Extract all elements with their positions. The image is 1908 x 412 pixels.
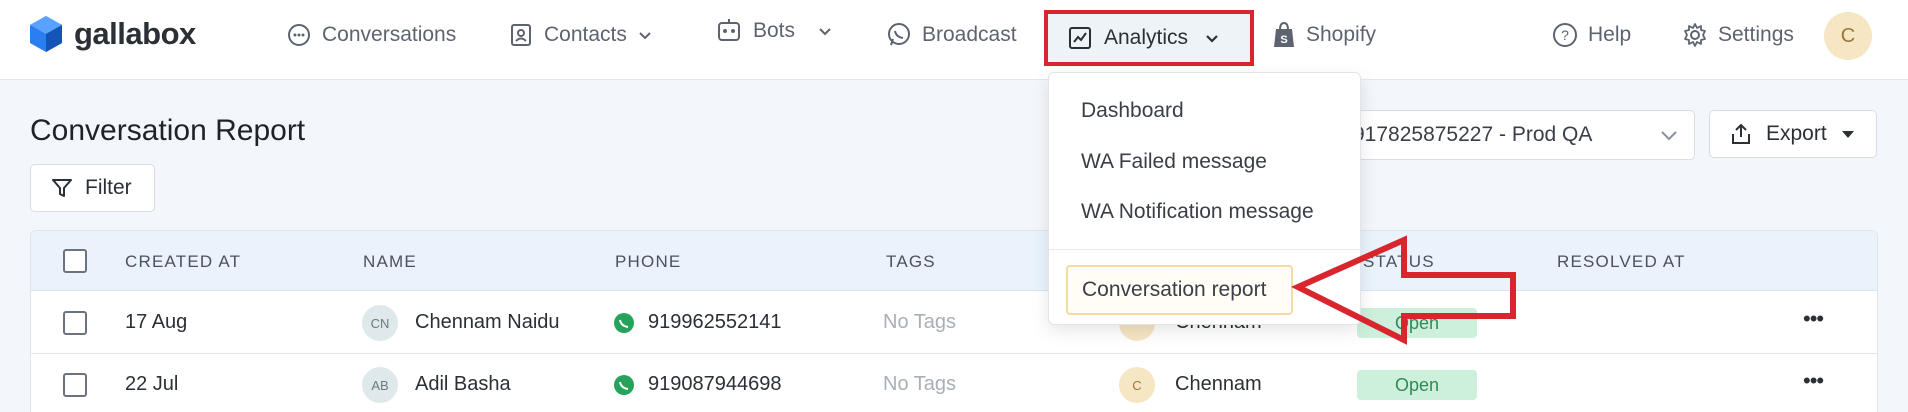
- conversation-table: CREATED AT NAME PHONE TAGS STATUS RESOLV…: [30, 230, 1878, 412]
- analytics-dropdown-menu: Dashboard WA Failed message WA Notificat…: [1048, 72, 1361, 325]
- filter-button[interactable]: Filter: [30, 164, 155, 212]
- nav-bots-label: Bots: [753, 19, 796, 42]
- funnel-icon: [52, 179, 72, 197]
- column-tags[interactable]: TAGS: [886, 252, 936, 272]
- nav-broadcast[interactable]: Broadcast: [886, 18, 1017, 52]
- created-at: 17 Aug: [125, 311, 188, 333]
- nav-settings[interactable]: Settings: [1682, 18, 1794, 52]
- nav-bots[interactable]: Bots: [715, 14, 833, 48]
- chat-bubble-icon: [288, 24, 310, 46]
- row-actions-menu[interactable]: •••: [1803, 368, 1824, 394]
- user-avatar[interactable]: C: [1824, 12, 1872, 60]
- menu-item-dashboard[interactable]: Dashboard: [1081, 99, 1184, 123]
- page-title: Conversation Report: [30, 114, 306, 147]
- select-all-checkbox[interactable]: [63, 249, 87, 273]
- column-created-at[interactable]: CREATED AT: [125, 252, 241, 272]
- whatsapp-icon: [888, 23, 910, 46]
- export-button-label: Export: [1766, 122, 1827, 145]
- menu-divider: [1049, 249, 1360, 250]
- row-checkbox[interactable]: [63, 373, 87, 397]
- shopify-bag-icon: S: [1274, 21, 1294, 47]
- row-actions-menu[interactable]: •••: [1803, 306, 1824, 332]
- nav-shopify-label: Shopify: [1306, 23, 1377, 46]
- menu-item-conversation-report[interactable]: Conversation report: [1066, 265, 1293, 315]
- nav-analytics[interactable]: Analytics: [1044, 10, 1254, 66]
- nav-settings-label: Settings: [1718, 23, 1794, 46]
- nav-conversations-label: Conversations: [322, 23, 457, 46]
- whatsapp-icon: [614, 375, 634, 395]
- contact-name[interactable]: Chennam Naidu: [415, 311, 560, 334]
- row-checkbox[interactable]: [63, 311, 87, 335]
- table-row[interactable]: 22 Jul AB Adil Basha 919087944698 No Tag…: [31, 354, 1877, 412]
- chevron-down-icon: [819, 28, 831, 36]
- assignee-name: Chennam: [1175, 373, 1262, 395]
- menu-item-wa-notification-message[interactable]: WA Notification message: [1081, 200, 1314, 224]
- nav-broadcast-label: Broadcast: [922, 23, 1017, 46]
- account-select-value: 917825875227 - Prod QA: [1353, 123, 1593, 146]
- contact-name[interactable]: Adil Basha: [415, 373, 511, 396]
- table-header: CREATED AT NAME PHONE TAGS STATUS RESOLV…: [31, 231, 1877, 291]
- analytics-chart-icon: [1069, 27, 1091, 49]
- chevron-down-icon: [1661, 131, 1677, 141]
- nav-shopify[interactable]: S Shopify: [1272, 18, 1376, 52]
- created-at: 22 Jul: [125, 373, 179, 395]
- gallabox-logo-icon: [30, 16, 62, 52]
- assignee-avatar: C: [1119, 367, 1155, 403]
- column-status[interactable]: STATUS: [1363, 252, 1435, 272]
- robot-icon: [718, 19, 740, 41]
- contact-card-icon: [511, 24, 531, 46]
- svg-text:S: S: [1280, 34, 1287, 46]
- share-upload-icon: [1732, 123, 1750, 144]
- gear-icon: [1684, 23, 1706, 47]
- nav-contacts[interactable]: Contacts: [508, 18, 653, 52]
- whatsapp-icon: [614, 313, 634, 333]
- nav-analytics-label: Analytics: [1104, 26, 1189, 49]
- filter-button-label: Filter: [85, 176, 132, 199]
- column-name[interactable]: NAME: [363, 252, 417, 272]
- phone-number: 919087944698: [648, 373, 782, 395]
- svg-text:?: ?: [1561, 27, 1569, 43]
- export-button[interactable]: Export: [1709, 110, 1877, 158]
- contact-avatar: CN: [362, 305, 398, 341]
- chevron-down-icon: [639, 32, 651, 40]
- column-resolved-at[interactable]: RESOLVED AT: [1557, 252, 1686, 272]
- help-circle-icon: ?: [1553, 23, 1577, 47]
- phone-number: 919962552141: [648, 311, 782, 333]
- account-select[interactable]: 917825875227 - Prod QA: [1330, 110, 1695, 160]
- column-phone[interactable]: PHONE: [615, 252, 681, 272]
- nav-contacts-label: Contacts: [544, 23, 627, 46]
- top-navigation-bar: gallabox Conversations Contacts Bots Bro…: [0, 0, 1908, 80]
- table-row[interactable]: 17 Aug CN Chennam Naidu 919962552141 No …: [31, 292, 1877, 354]
- gallabox-logo[interactable]: gallabox: [28, 14, 196, 54]
- status-badge: Open: [1357, 308, 1477, 338]
- nav-conversations[interactable]: Conversations: [286, 18, 456, 52]
- nav-help[interactable]: ? Help: [1552, 18, 1631, 52]
- chevron-down-icon: [1206, 35, 1218, 43]
- status-badge: Open: [1357, 370, 1477, 400]
- nav-help-label: Help: [1588, 23, 1632, 46]
- brand-name: gallabox: [74, 16, 196, 51]
- tags-value: No Tags: [883, 373, 957, 395]
- contact-avatar: AB: [362, 367, 398, 403]
- caret-down-icon: [1841, 131, 1854, 138]
- menu-item-wa-failed-message[interactable]: WA Failed message: [1081, 150, 1267, 174]
- tags-value: No Tags: [883, 311, 957, 333]
